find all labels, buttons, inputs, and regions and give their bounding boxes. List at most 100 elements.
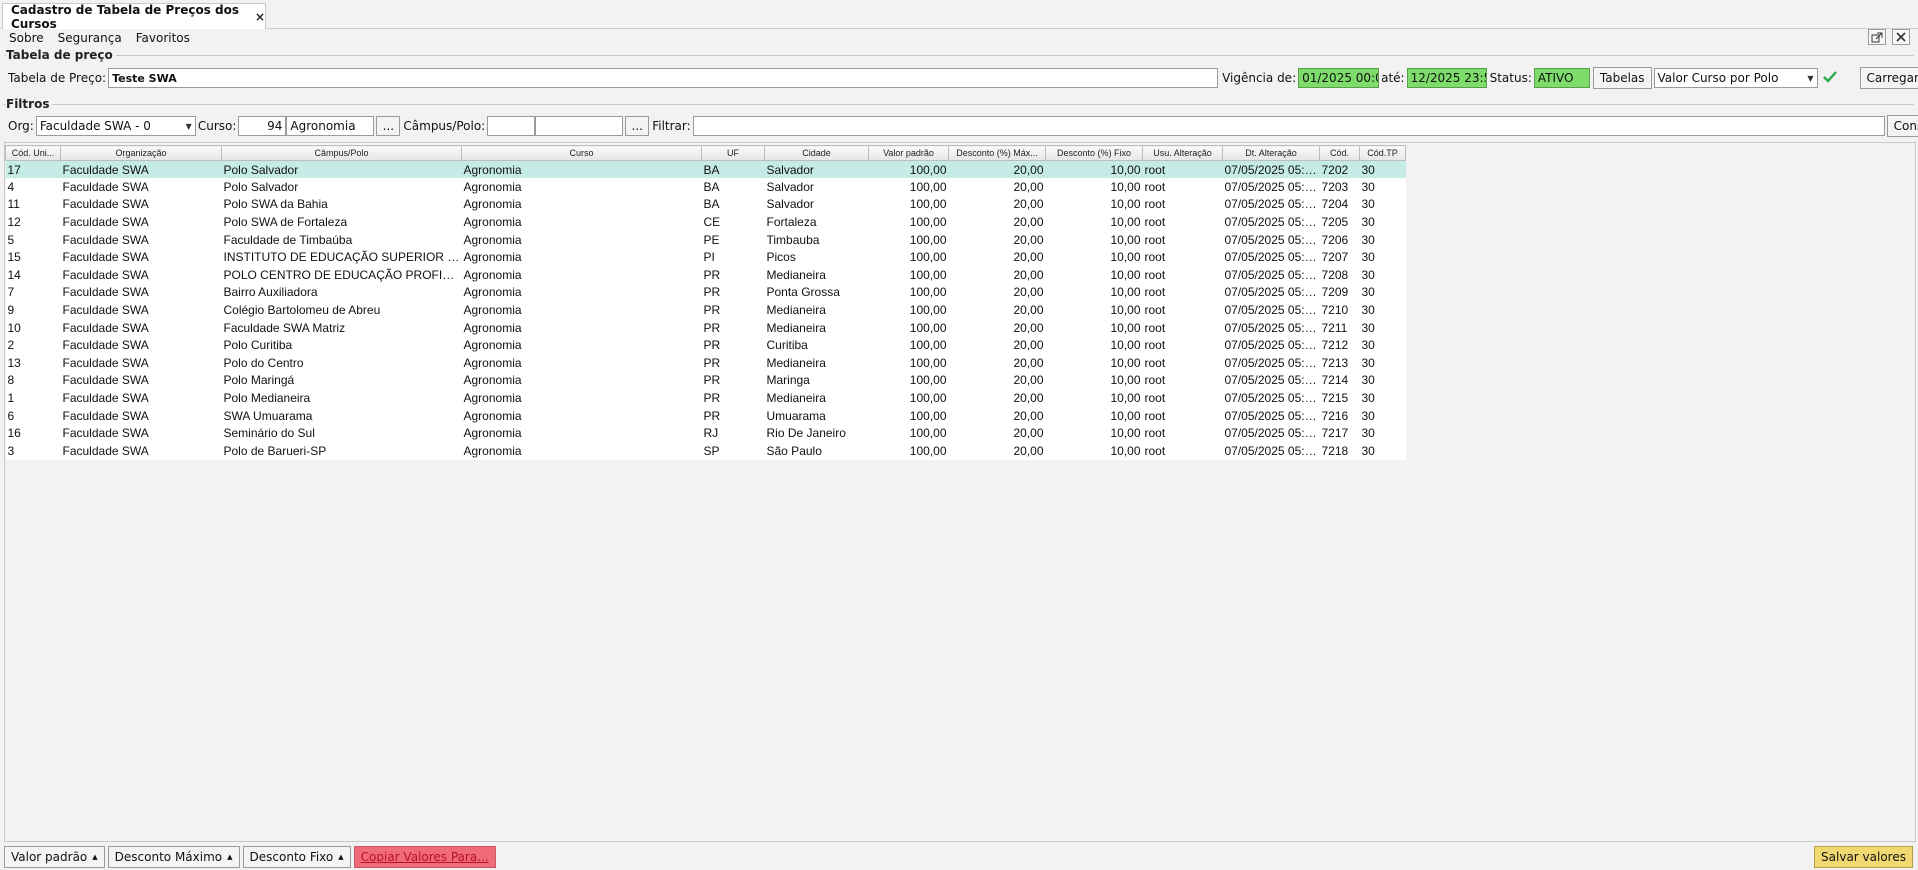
cell-uf[interactable]: BA bbox=[701, 178, 765, 196]
cell-organizacao[interactable]: Faculdade SWA bbox=[60, 371, 222, 390]
cell-dt-alteracao[interactable]: 07/05/2025 05:44 bbox=[1222, 248, 1320, 267]
col-header-uf[interactable]: UF bbox=[701, 145, 765, 161]
cell-desconto-fixo[interactable]: 10,00 bbox=[1045, 195, 1143, 214]
close-icon[interactable] bbox=[1892, 29, 1910, 45]
curso-lookup-button[interactable]: ... bbox=[376, 116, 401, 136]
cell-cod-tp[interactable]: 30 bbox=[1359, 442, 1406, 460]
copiar-valores-button[interactable]: Copiar Valores Para... bbox=[353, 846, 496, 868]
cell-organizacao[interactable]: Faculdade SWA bbox=[60, 195, 222, 214]
cell-usu-alteracao[interactable]: root bbox=[1142, 248, 1223, 267]
cell-usu-alteracao[interactable]: root bbox=[1142, 424, 1223, 442]
cell-dt-alteracao[interactable]: 07/05/2025 05:44 bbox=[1222, 354, 1320, 372]
cell-valor-padrao[interactable]: 100,00 bbox=[868, 424, 949, 442]
cell-campus-polo[interactable]: Polo SWA de Fortaleza bbox=[221, 213, 462, 231]
col-header-valor-padrao[interactable]: Valor padrão bbox=[868, 145, 949, 161]
table-row[interactable]: 3 Faculdade SWA Polo de Barueri-SP Agronomi… bbox=[5, 442, 1406, 460]
cell-uf[interactable]: CE bbox=[701, 213, 765, 231]
cell-desconto-max[interactable]: 20,00 bbox=[948, 318, 1046, 337]
cell-desconto-fixo[interactable]: 10,00 bbox=[1045, 406, 1143, 425]
cell-usu-alteracao[interactable]: root bbox=[1142, 230, 1223, 249]
cell-valor-padrao[interactable]: 100,00 bbox=[868, 389, 949, 407]
cell-dt-alteracao[interactable]: 07/05/2025 05:44 bbox=[1222, 389, 1320, 407]
cell-desconto-max[interactable]: 20,00 bbox=[948, 195, 1046, 214]
cell-curso[interactable]: Agronomia bbox=[461, 248, 702, 267]
cell-usu-alteracao[interactable]: root bbox=[1142, 195, 1223, 214]
cell-uf[interactable]: PR bbox=[701, 336, 765, 355]
cell-cod-tp[interactable]: 30 bbox=[1359, 195, 1406, 214]
status-field[interactable]: ATIVO bbox=[1533, 68, 1590, 88]
cell-usu-alteracao[interactable]: root bbox=[1142, 318, 1223, 337]
cell-cod[interactable]: 7208 bbox=[1319, 266, 1360, 284]
cell-cod-tp[interactable]: 30 bbox=[1359, 160, 1406, 179]
cell-cidade[interactable]: Picos bbox=[764, 248, 869, 267]
cell-cod-tp[interactable]: 30 bbox=[1359, 318, 1406, 337]
cell-cod-uni[interactable]: 11 bbox=[5, 195, 61, 214]
cell-campus-polo[interactable]: Polo de Barueri-SP bbox=[221, 442, 462, 460]
salvar-valores-button[interactable]: Salvar valores bbox=[1814, 846, 1913, 868]
cell-valor-padrao[interactable]: 100,00 bbox=[868, 354, 949, 372]
cell-desconto-fixo[interactable]: 10,00 bbox=[1045, 230, 1143, 249]
cell-dt-alteracao[interactable]: 07/05/2025 05:44 bbox=[1222, 213, 1320, 231]
cell-cod[interactable]: 7216 bbox=[1319, 406, 1360, 425]
cell-cod-tp[interactable]: 30 bbox=[1359, 178, 1406, 196]
tabelas-button[interactable]: Tabelas bbox=[1592, 67, 1652, 89]
cell-cod-tp[interactable]: 30 bbox=[1359, 389, 1406, 407]
cell-usu-alteracao[interactable]: root bbox=[1142, 266, 1223, 284]
cell-dt-alteracao[interactable]: 07/05/2025 05:44 bbox=[1222, 283, 1320, 302]
cell-cod-uni[interactable]: 12 bbox=[5, 213, 61, 231]
cell-desconto-fixo[interactable]: 10,00 bbox=[1045, 424, 1143, 442]
cell-desconto-fixo[interactable]: 10,00 bbox=[1045, 178, 1143, 196]
table-row[interactable]: 5 Faculdade SWA Faculdade de Timbaúba Agron… bbox=[5, 230, 1406, 249]
cell-campus-polo[interactable]: Polo Medianeira bbox=[221, 389, 462, 407]
table-row[interactable]: 7 Faculdade SWA Bairro Auxiliadora Agronomi… bbox=[5, 283, 1406, 302]
cell-cod-uni[interactable]: 4 bbox=[5, 178, 61, 196]
cell-cidade[interactable]: Salvador bbox=[764, 178, 869, 196]
cell-cod-tp[interactable]: 30 bbox=[1359, 266, 1406, 284]
cell-cod-uni[interactable]: 7 bbox=[5, 283, 61, 302]
cell-uf[interactable]: PR bbox=[701, 354, 765, 372]
external-window-icon[interactable] bbox=[1868, 29, 1886, 45]
cell-dt-alteracao[interactable]: 07/05/2025 05:44 bbox=[1222, 336, 1320, 355]
cell-dt-alteracao[interactable]: 07/05/2025 05:44 bbox=[1222, 266, 1320, 284]
cell-dt-alteracao[interactable]: 07/05/2025 05:44 bbox=[1222, 318, 1320, 337]
col-header-curso[interactable]: Curso bbox=[461, 145, 702, 161]
table-row[interactable]: 12 Faculdade SWA Polo SWA de Fortaleza Agro… bbox=[5, 213, 1406, 231]
cell-campus-polo[interactable]: Polo Salvador bbox=[221, 160, 462, 179]
cell-cod-uni[interactable]: 1 bbox=[5, 389, 61, 407]
cell-campus-polo[interactable]: Polo Salvador bbox=[221, 178, 462, 196]
cell-campus-polo[interactable]: POLO CENTRO DE EDUCAÇÃO PROFISSIO... bbox=[221, 266, 462, 284]
cell-uf[interactable]: PR bbox=[701, 406, 765, 425]
menu-seguranca[interactable]: Segurança bbox=[58, 31, 122, 45]
cell-valor-padrao[interactable]: 100,00 bbox=[868, 178, 949, 196]
col-header-dt-alteracao[interactable]: Dt. Alteração bbox=[1222, 145, 1320, 161]
cell-cod-tp[interactable]: 30 bbox=[1359, 354, 1406, 372]
vigencia-ate-input[interactable]: 12/2025 23:59 bbox=[1406, 68, 1487, 88]
cell-valor-padrao[interactable]: 100,00 bbox=[868, 213, 949, 231]
cell-curso[interactable]: Agronomia bbox=[461, 354, 702, 372]
cell-cod[interactable]: 7202 bbox=[1319, 160, 1360, 179]
campus-name-input[interactable] bbox=[535, 116, 624, 136]
cell-cod-uni[interactable]: 13 bbox=[5, 354, 61, 372]
cell-campus-polo[interactable]: Bairro Auxiliadora bbox=[221, 283, 462, 302]
cell-cod-tp[interactable]: 30 bbox=[1359, 406, 1406, 425]
cell-dt-alteracao[interactable]: 07/05/2025 05:44 bbox=[1222, 160, 1320, 179]
curso-name-input[interactable]: Agronomia bbox=[286, 116, 375, 136]
cell-desconto-max[interactable]: 20,00 bbox=[948, 301, 1046, 319]
cell-desconto-max[interactable]: 20,00 bbox=[948, 406, 1046, 425]
col-header-campus-polo[interactable]: Câmpus/Polo bbox=[221, 145, 462, 161]
cell-usu-alteracao[interactable]: root bbox=[1142, 213, 1223, 231]
cell-cod[interactable]: 7218 bbox=[1319, 442, 1360, 460]
cell-usu-alteracao[interactable]: root bbox=[1142, 301, 1223, 319]
cell-cod[interactable]: 7203 bbox=[1319, 178, 1360, 196]
cell-campus-polo[interactable]: SWA Umuarama bbox=[221, 406, 462, 425]
cell-cod-uni[interactable]: 3 bbox=[5, 442, 61, 460]
cell-desconto-fixo[interactable]: 10,00 bbox=[1045, 213, 1143, 231]
cell-valor-padrao[interactable]: 100,00 bbox=[868, 283, 949, 302]
cell-dt-alteracao[interactable]: 07/05/2025 05:44 bbox=[1222, 301, 1320, 319]
vigencia-de-input[interactable]: 01/2025 00:00 bbox=[1298, 68, 1380, 88]
cell-organizacao[interactable]: Faculdade SWA bbox=[60, 230, 222, 249]
cell-desconto-max[interactable]: 20,00 bbox=[948, 389, 1046, 407]
cell-campus-polo[interactable]: Polo Maringá bbox=[221, 371, 462, 390]
cell-dt-alteracao[interactable]: 07/05/2025 05:44 bbox=[1222, 406, 1320, 425]
cell-desconto-max[interactable]: 20,00 bbox=[948, 266, 1046, 284]
